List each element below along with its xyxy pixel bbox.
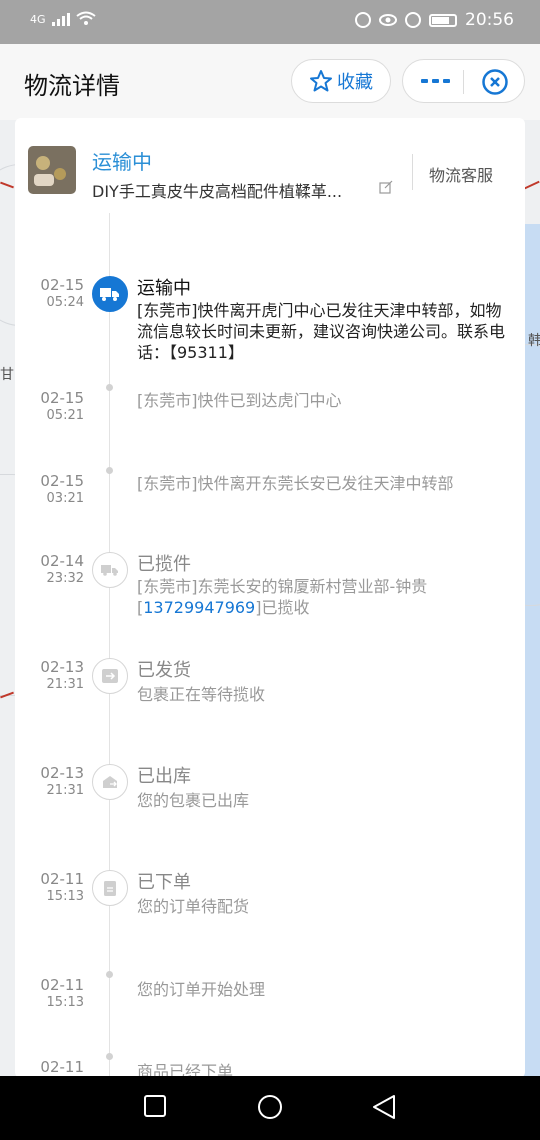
vibrate-icon (355, 12, 371, 28)
star-icon (310, 70, 332, 92)
entry-title: 运输中 (137, 278, 191, 299)
courier-phone-link[interactable]: 13729947969 (143, 598, 255, 617)
entry-desc: [东莞市]快件离开东莞长安已发往天津中转部 (137, 474, 454, 493)
truck-icon (92, 276, 128, 312)
system-nav-bar (0, 1076, 540, 1140)
logistics-card: 运输中 DIY手工真皮牛皮高档配件植鞣革... 物流客服 02-15 05:24… (15, 118, 525, 1078)
entry-desc: 您的包裹已出库 (137, 791, 250, 810)
entry-desc: [东莞市]快件已到达虎门中心 (137, 391, 342, 410)
timeline-dot (106, 384, 113, 391)
entry-desc: 您的订单开始处理 (137, 980, 266, 999)
shipped-icon (92, 658, 128, 694)
edit-icon[interactable] (379, 180, 393, 194)
entry-date: 02-13 (40, 764, 84, 782)
more-icon[interactable] (421, 73, 451, 89)
order-status: 运输中 (92, 150, 152, 174)
entry-desc: [东莞市]快件离开虎门中心已发往天津中转部，如物流信息较长时间未更新，建议咨询快… (137, 301, 506, 362)
entry-time: 03:21 (46, 491, 84, 506)
map-border-line (524, 180, 540, 190)
home-button[interactable] (257, 1094, 283, 1120)
entry-date: 02-11 (40, 870, 84, 888)
entry-title: 已出库 (137, 766, 191, 787)
entry-time: 15:13 (46, 995, 84, 1010)
map-label: 甘 (0, 367, 14, 383)
clock: 20:56 (465, 10, 514, 30)
entry-date: 02-11 (40, 1058, 84, 1076)
timeline-dot (106, 971, 113, 978)
miniapp-capsule (402, 59, 525, 103)
entry-date: 02-15 (40, 472, 84, 490)
timeline-line (109, 213, 110, 1078)
entry-time: 15:13 (46, 889, 84, 904)
status-bar: 4G 20:56 (0, 0, 540, 44)
network-type: 4G (30, 13, 46, 26)
alarm-icon (405, 12, 421, 28)
timeline-dot (106, 1053, 113, 1060)
favorite-button[interactable]: 收藏 (291, 59, 391, 103)
entry-title: 已揽件 (137, 554, 191, 575)
entry-desc: [东莞市]东莞长安的锦厦新村营业部-钟贵[13729947969]已揽收 (137, 576, 507, 618)
timeline-dot (106, 467, 113, 474)
divider (412, 154, 413, 190)
entry-desc: 您的订单待配货 (137, 897, 250, 916)
entry-title: 已下单 (137, 872, 191, 893)
entry-time: 21:31 (46, 783, 84, 798)
close-icon[interactable] (481, 68, 509, 96)
eye-icon (379, 14, 397, 26)
signal-icon (51, 13, 70, 26)
order-icon (92, 870, 128, 906)
wifi-icon (75, 11, 96, 25)
entry-date: 02-15 (40, 276, 84, 294)
favorite-label: 收藏 (337, 72, 373, 93)
page-title: 物流详情 (24, 72, 120, 100)
map-label: 韩 (528, 333, 540, 349)
battery-icon (429, 13, 457, 27)
capsule-divider (463, 70, 464, 94)
entry-time: 23:32 (46, 571, 84, 586)
entry-date: 02-15 (40, 389, 84, 407)
entry-desc: 包裹正在等待揽收 (137, 685, 266, 704)
entry-title: 已发货 (137, 660, 191, 681)
entry-desc-text: ]已揽收 (255, 598, 310, 617)
entry-time: 05:24 (46, 295, 84, 310)
back-button[interactable] (372, 1094, 396, 1120)
entry-date: 02-14 (40, 552, 84, 570)
network-indicator: 4G (30, 11, 96, 26)
pickup-icon (92, 552, 128, 588)
customer-service-button[interactable]: 物流客服 (429, 162, 493, 186)
entry-date: 02-11 (40, 976, 84, 994)
warehouse-icon (92, 764, 128, 800)
entry-time: 05:21 (46, 408, 84, 423)
recent-apps-button[interactable] (143, 1094, 167, 1118)
entry-time: 21:31 (46, 677, 84, 692)
entry-date: 02-13 (40, 658, 84, 676)
product-thumbnail[interactable] (28, 146, 76, 194)
product-name[interactable]: DIY手工真皮牛皮高档配件植鞣革... (92, 178, 342, 202)
